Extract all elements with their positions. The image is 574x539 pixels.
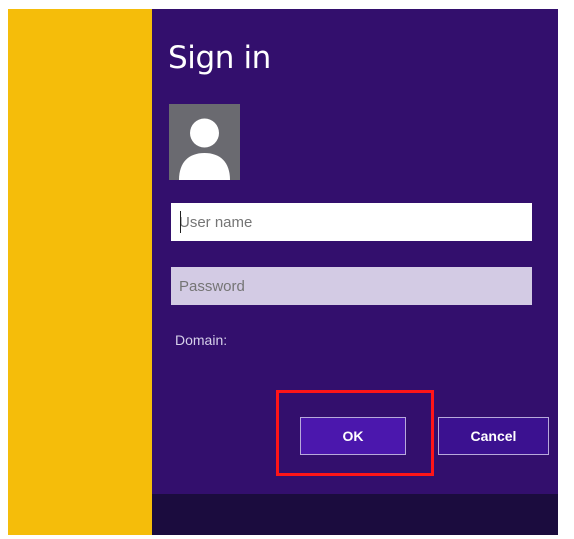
accent-sidebar [8, 9, 152, 535]
cancel-button[interactable]: Cancel [438, 417, 549, 455]
domain-label: Domain: [175, 332, 228, 348]
user-avatar-icon [169, 104, 240, 180]
password-input[interactable] [171, 267, 532, 305]
page-title: Sign in [168, 40, 271, 76]
text-caret [180, 211, 181, 233]
username-input[interactable] [171, 203, 532, 241]
ok-button[interactable]: OK [300, 417, 406, 455]
user-avatar-icon-svg [179, 118, 230, 180]
dialog-footer-band [152, 494, 558, 535]
